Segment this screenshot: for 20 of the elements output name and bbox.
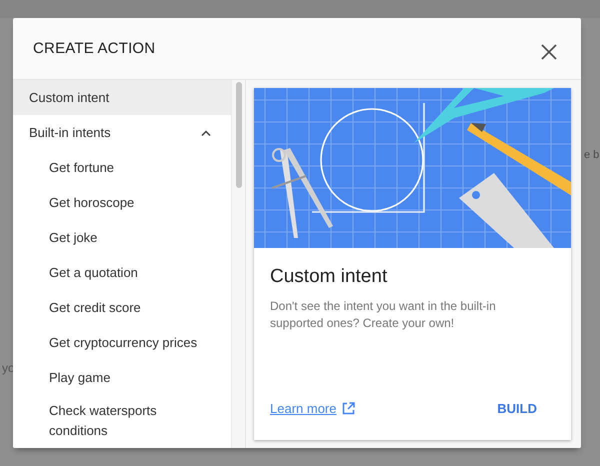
sidebar-item[interactable]: Get credit score xyxy=(13,290,232,325)
sidebar-item[interactable]: Get fortune xyxy=(13,150,232,185)
sidebar-item[interactable]: Custom intent xyxy=(13,80,232,115)
sidebar-item[interactable]: Check watersports conditions xyxy=(13,395,232,441)
sidebar-item[interactable]: Play game xyxy=(13,360,232,395)
sidebar-item[interactable]: Get joke xyxy=(13,220,232,255)
scrollbar-thumb[interactable] xyxy=(236,82,242,188)
learn-more-link[interactable]: Learn more xyxy=(270,401,356,416)
sidebar-item[interactable]: Get horoscope xyxy=(13,185,232,220)
external-link-icon xyxy=(342,402,356,415)
build-button[interactable]: BUILD xyxy=(493,397,541,420)
sidebar-group[interactable]: Built-in intents xyxy=(13,115,232,150)
background-text: e b xyxy=(584,149,600,161)
dialog-title: CREATE ACTION xyxy=(33,40,156,57)
card-title: Custom intent xyxy=(270,266,388,288)
sidebar-item[interactable]: Get a quotation xyxy=(13,255,232,290)
close-icon xyxy=(541,44,557,60)
sidebar-item[interactable]: Get cryptocurrency prices xyxy=(13,325,232,360)
chevron-icon xyxy=(201,130,212,136)
card-description: Don't see the intent you want in the built-in supported ones? Create your own! xyxy=(270,298,497,332)
